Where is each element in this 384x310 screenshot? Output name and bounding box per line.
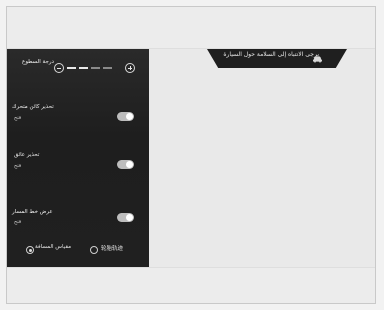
toggle-knob	[126, 214, 133, 221]
level-segment	[67, 67, 76, 69]
level-segment	[91, 67, 100, 69]
setting-title-moving-object: تحذير كائن متحرك	[12, 104, 54, 110]
camera-view	[149, 49, 375, 267]
toggle-knob	[126, 161, 133, 168]
level-label: درجة السطوع	[22, 59, 54, 65]
radio-tire-track[interactable]	[90, 246, 98, 254]
radio-distance-scale[interactable]	[26, 246, 34, 254]
warning-text: يرجى الانتباه إلى السلامة حول السيارة	[223, 51, 319, 58]
car-icon	[313, 56, 322, 63]
radio-label-tire-track: 轮胎轨迹	[101, 246, 124, 252]
toggle-moving-object-warning[interactable]	[117, 112, 134, 121]
setting-status-lane-line: فتح	[14, 219, 22, 225]
toggle-knob	[126, 113, 133, 120]
setting-status-moving-object: فتح	[14, 115, 22, 121]
toggle-obstacle-warning[interactable]	[117, 160, 134, 169]
increase-level-button[interactable]	[125, 63, 135, 73]
decrease-level-button[interactable]	[54, 63, 64, 73]
setting-title-lane-line: عرض خط المسار	[12, 209, 53, 215]
level-segment	[103, 67, 112, 69]
radio-label-distance-scale: مقياس المسافة	[35, 244, 72, 250]
top-bar	[7, 7, 375, 49]
settings-panel	[7, 49, 149, 267]
bottom-bar	[7, 267, 375, 303]
setting-title-obstacle: تحذير عائق	[14, 152, 40, 158]
toggle-lane-line-display[interactable]	[117, 213, 134, 222]
setting-status-obstacle: فتح	[14, 163, 22, 169]
level-segment	[79, 67, 88, 69]
